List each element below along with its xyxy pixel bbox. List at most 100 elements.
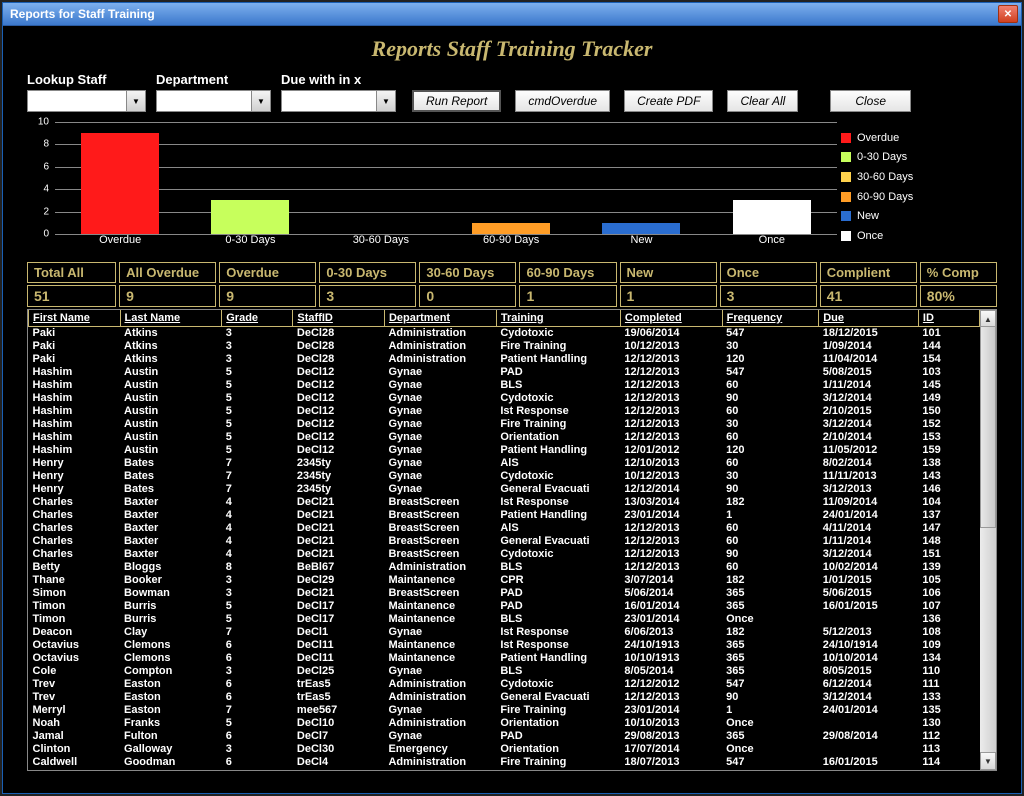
table-cell: Caldwell xyxy=(29,756,121,769)
table-cell: 130 xyxy=(918,717,979,730)
column-header[interactable]: Training xyxy=(496,310,620,327)
clear-all-button[interactable]: Clear All xyxy=(727,90,798,112)
table-row[interactable]: CharlesBaxter4DeCl21BreastScreenIst Resp… xyxy=(29,496,980,509)
chevron-down-icon[interactable]: ▼ xyxy=(127,90,146,112)
table-row[interactable]: TimonBurris5DeCl17MaintanencePAD16/01/20… xyxy=(29,600,980,613)
table-cell: 365 xyxy=(722,639,819,652)
table-cell: Giacomo xyxy=(29,769,121,770)
summary-header: % Comp xyxy=(920,262,997,283)
column-header[interactable]: StaffID xyxy=(293,310,385,327)
table-cell: 5 xyxy=(222,366,293,379)
table-cell: Maintanence xyxy=(384,600,496,613)
table-row[interactable]: DeaconClay7DeCl1GynaeIst Response6/06/20… xyxy=(29,626,980,639)
table-row[interactable]: HashimAustin5DeCl12GynaeCydotoxic12/12/2… xyxy=(29,392,980,405)
column-header[interactable]: Last Name xyxy=(120,310,222,327)
table-row[interactable]: SimonBowman3DeCl21BreastScreenPAD5/06/20… xyxy=(29,587,980,600)
scroll-thumb[interactable] xyxy=(980,326,996,528)
chevron-down-icon[interactable]: ▼ xyxy=(377,90,396,112)
table-cell: 365 xyxy=(722,730,819,743)
table-row[interactable]: HashimAustin5DeCl12GynaeBLS12/12/2013601… xyxy=(29,379,980,392)
column-header[interactable]: Due xyxy=(819,310,919,327)
table-row[interactable]: TimonBurris5DeCl17MaintanenceBLS23/01/20… xyxy=(29,613,980,626)
run-report-button[interactable]: Run Report xyxy=(412,90,501,112)
table-row[interactable]: PakiAtkins3DeCl28AdministrationPatient H… xyxy=(29,353,980,366)
chevron-down-icon[interactable]: ▼ xyxy=(252,90,271,112)
scroll-down-icon[interactable]: ▼ xyxy=(980,752,996,770)
table-cell: 5 xyxy=(222,379,293,392)
table-row[interactable]: CaldwellGoodman6DeCl4AdministrationFire … xyxy=(29,756,980,769)
table-cell: BLS xyxy=(496,379,620,392)
column-header[interactable]: Grade xyxy=(222,310,293,327)
table-row[interactable]: OctaviusClemons6DeCl11MaintanenceIst Res… xyxy=(29,639,980,652)
column-header[interactable]: First Name xyxy=(29,310,121,327)
column-header[interactable]: Frequency xyxy=(722,310,819,327)
close-icon[interactable]: ✕ xyxy=(998,5,1018,23)
table-row[interactable]: ThaneBooker3DeCl29MaintanenceCPR3/07/201… xyxy=(29,574,980,587)
table-row[interactable]: CharlesBaxter4DeCl21BreastScreenGeneral … xyxy=(29,535,980,548)
table-row[interactable]: HashimAustin5DeCl12GynaePAD12/12/2013547… xyxy=(29,366,980,379)
table-row[interactable]: CharlesBaxter4DeCl21BreastScreenCydotoxi… xyxy=(29,548,980,561)
table-row[interactable]: HenryBates72345tyGynaeCydotoxic10/12/201… xyxy=(29,470,980,483)
table-cell: Easton xyxy=(120,678,222,691)
table-row[interactable]: HashimAustin5DeCl12GynaeOrientation12/12… xyxy=(29,431,980,444)
table-row[interactable]: CharlesBaxter4DeCl21BreastScreenPatient … xyxy=(29,509,980,522)
department-combo[interactable]: ▼ xyxy=(156,90,271,112)
table-row[interactable]: HashimAustin5DeCl12GynaeFire Training12/… xyxy=(29,418,980,431)
table-cell: 8/02/2014 xyxy=(819,457,919,470)
table-row[interactable]: HashimAustin5DeCl12GynaePatient Handling… xyxy=(29,444,980,457)
table-row[interactable]: NoahFranks5DeCl10AdministrationOrientati… xyxy=(29,717,980,730)
summary-header: All Overdue xyxy=(119,262,216,283)
table-cell: Austin xyxy=(120,444,222,457)
table-cell: 90 xyxy=(722,392,819,405)
due-within-combo[interactable]: ▼ xyxy=(281,90,396,112)
table-cell: General Evacuati xyxy=(496,769,620,770)
department-input[interactable] xyxy=(156,90,252,112)
vertical-scrollbar[interactable]: ▲ ▼ xyxy=(980,310,996,770)
table-cell: 60 xyxy=(722,379,819,392)
table-row[interactable]: TrevEaston6trEas5AdministrationCydotoxic… xyxy=(29,678,980,691)
table-row[interactable]: OctaviusClemons6DeCl11MaintanencePatient… xyxy=(29,652,980,665)
table-cell: Compton xyxy=(120,665,222,678)
table-row[interactable]: ClintonGalloway3DeCl30EmergencyOrientati… xyxy=(29,743,980,756)
lookup-staff-input[interactable] xyxy=(27,90,127,112)
table-row[interactable]: MerrylEaston7mee567GynaeFire Training23/… xyxy=(29,704,980,717)
table-cell: DeCl28 xyxy=(293,340,385,353)
table-cell: 12/12/2013 xyxy=(620,522,722,535)
table-cell: 105 xyxy=(918,574,979,587)
table-row[interactable]: CharlesBaxter4DeCl21BreastScreenAlS12/12… xyxy=(29,522,980,535)
table-row[interactable]: HenryBates72345tyGynaeGeneral Evacuati12… xyxy=(29,483,980,496)
table-cell: Charles xyxy=(29,535,121,548)
table-row[interactable]: JamalFulton6DeCl7GynaePAD29/08/201336529… xyxy=(29,730,980,743)
table-cell: 154 xyxy=(918,353,979,366)
due-within-input[interactable] xyxy=(281,90,377,112)
table-cell: 182 xyxy=(722,574,819,587)
column-header[interactable]: ID xyxy=(918,310,979,327)
legend-swatch xyxy=(841,192,851,202)
table-cell: 23/01/2014 xyxy=(620,509,722,522)
table-cell: 145 xyxy=(918,379,979,392)
table-row[interactable]: GiacomoGuzman5DeCl2OutpatientsGeneral Ev… xyxy=(29,769,980,770)
table-row[interactable]: ColeCompton3DeCl25GynaeBLS8/05/20143658/… xyxy=(29,665,980,678)
table-row[interactable]: HenryBates72345tyGynaeAlS12/10/2013608/0… xyxy=(29,457,980,470)
table-cell: 12/12/2012 xyxy=(620,678,722,691)
table-row[interactable]: BettyBloggs8BeBl67AdministrationBLS12/12… xyxy=(29,561,980,574)
column-header[interactable]: Completed xyxy=(620,310,722,327)
summary-value: 80% xyxy=(920,285,997,307)
table-cell: 8/05/2015 xyxy=(819,665,919,678)
close-button[interactable]: Close xyxy=(830,90,911,112)
create-pdf-button[interactable]: Create PDF xyxy=(624,90,713,112)
table-cell: Clay xyxy=(120,626,222,639)
table-row[interactable]: PakiAtkins3DeCl28AdministrationFire Trai… xyxy=(29,340,980,353)
column-header[interactable]: Department xyxy=(384,310,496,327)
table-row[interactable]: TrevEaston6trEas5AdministrationGeneral E… xyxy=(29,691,980,704)
table-cell: Gynae xyxy=(384,366,496,379)
cmd-overdue-button[interactable]: cmdOverdue xyxy=(515,90,610,112)
table-cell: 182 xyxy=(722,496,819,509)
lookup-staff-combo[interactable]: ▼ xyxy=(27,90,146,112)
table-cell: Simon xyxy=(29,587,121,600)
table-cell: 151 xyxy=(918,548,979,561)
table-cell: 10/10/2014 xyxy=(819,652,919,665)
table-row[interactable]: HashimAustin5DeCl12GynaeIst Response12/1… xyxy=(29,405,980,418)
table-cell: Cole xyxy=(29,665,121,678)
table-row[interactable]: PakiAtkins3DeCl28AdministrationCydotoxic… xyxy=(29,327,980,341)
